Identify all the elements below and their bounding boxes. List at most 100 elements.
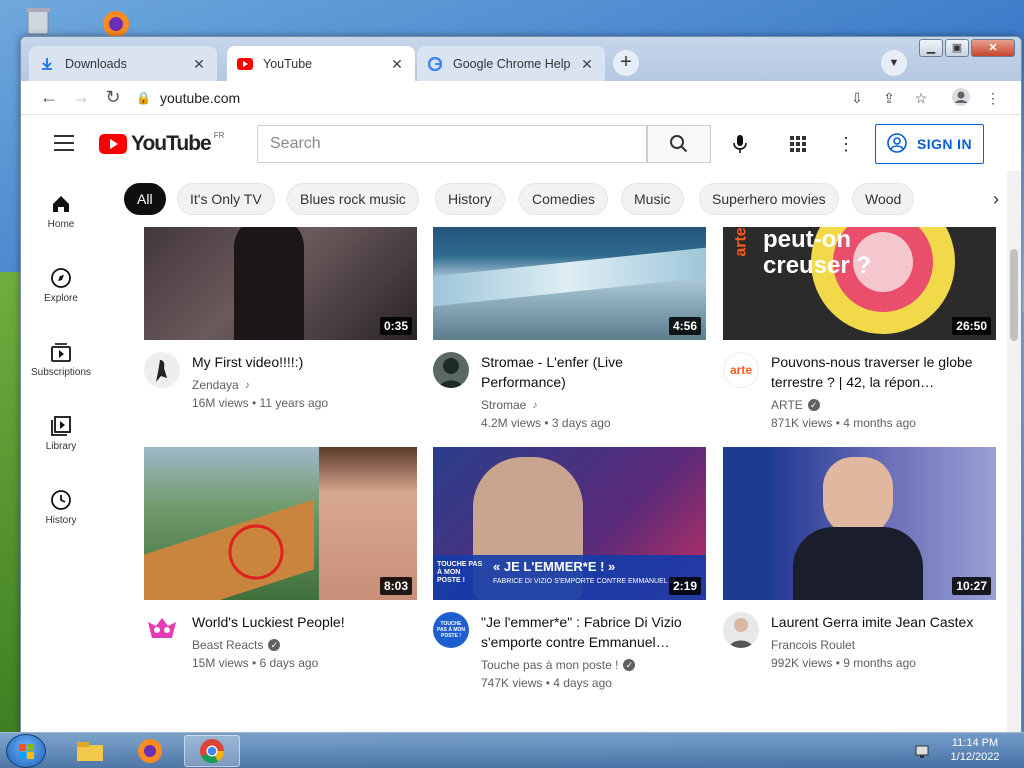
video-card[interactable]: 0:35 My First video!!!!:) Zendaya ♪ 16M v… <box>144 227 417 410</box>
chip-music[interactable]: Music <box>621 183 684 215</box>
video-title[interactable]: Pouvons-nous traverser le globe terrestr… <box>771 352 996 392</box>
guide-item-explore[interactable]: Explore <box>21 265 101 325</box>
chip-comedies[interactable]: Comedies <box>519 183 609 215</box>
video-card[interactable]: peut-on creuser ? arte 26:50 arte Pouvon… <box>723 227 996 430</box>
address-bar[interactable]: 🔒 youtube.com <box>136 84 926 112</box>
guide-label: Library <box>45 441 77 452</box>
scrollbar-thumb[interactable] <box>1010 249 1018 341</box>
guide-item-history[interactable]: History <box>21 487 101 547</box>
channel-name[interactable]: Zendaya <box>192 378 239 392</box>
back-button[interactable]: ← <box>37 86 61 110</box>
sign-in-button[interactable]: SIGN IN <box>875 124 984 164</box>
video-card[interactable]: 8:03 World's Luckiest People! Beast Reac… <box>144 447 417 670</box>
video-title[interactable]: World's Luckiest People! <box>192 612 417 632</box>
video-title[interactable]: Stromae - L'enfer (Live Performance) <box>481 352 706 392</box>
tab-youtube[interactable]: YouTube ✕ <box>227 46 415 81</box>
video-card[interactable]: 10:27 Laurent Gerra imite Jean Castex Fr… <box>723 447 996 670</box>
youtube-wordmark: YouTube <box>131 132 212 155</box>
channel-avatar[interactable]: TOUCHE PAS À MON POSTE ! <box>433 612 469 648</box>
new-tab-button[interactable]: + <box>613 50 639 76</box>
tab-chrome-help[interactable]: Google Chrome Help ✕ <box>417 46 605 81</box>
video-thumbnail[interactable]: 10:27 <box>723 447 996 600</box>
chip-superhero-movies[interactable]: Superhero movies <box>699 183 839 215</box>
video-stats: 747K views • 4 days ago <box>481 676 612 690</box>
windows-taskbar: 11:14 PM 1/12/2022 <box>0 732 1024 768</box>
more-options-icon[interactable]: ⋮ <box>835 133 857 155</box>
video-card[interactable]: 4:56 Stromae - L'enfer (Live Performance… <box>433 227 706 430</box>
search-button[interactable] <box>647 125 711 163</box>
chrome-taskbar-icon[interactable] <box>184 735 240 767</box>
guide-label: Home <box>47 219 75 230</box>
install-app-icon[interactable]: ⇩ <box>847 88 867 108</box>
close-window-button[interactable]: ✕ <box>971 39 1015 57</box>
chrome-menu-icon[interactable]: ⋮ <box>983 88 1003 108</box>
history-icon <box>21 487 101 513</box>
chip-history[interactable]: History <box>435 183 505 215</box>
channel-name[interactable]: ARTE <box>771 398 803 412</box>
video-thumbnail[interactable]: « JE L'EMMER*E ! » FABRICE DI VIZIO S'EM… <box>433 447 706 600</box>
tab-label: YouTube <box>263 56 313 71</box>
close-tab-icon[interactable]: ✕ <box>191 56 207 72</box>
video-thumbnail[interactable]: 0:35 <box>144 227 417 340</box>
maximize-button[interactable]: ▣ <box>945 39 969 57</box>
guide-item-library[interactable]: Library <box>21 413 101 473</box>
close-tab-icon[interactable]: ✕ <box>579 56 595 72</box>
channel-name[interactable]: Touche pas à mon poste ! <box>481 658 618 672</box>
video-thumbnail[interactable]: 4:56 <box>433 227 706 340</box>
chip-its-only-tv[interactable]: It's Only TV <box>177 183 275 215</box>
chip-all[interactable]: All <box>124 183 166 215</box>
reload-button[interactable]: ↻ <box>101 86 125 110</box>
region-code: FR <box>213 130 225 140</box>
channel-name[interactable]: Francois Roulet <box>771 638 855 652</box>
share-icon[interactable]: ⇪ <box>879 88 899 108</box>
chip-wood[interactable]: Wood <box>852 183 915 215</box>
channel-name[interactable]: Beast Reacts <box>192 638 263 652</box>
google-icon <box>427 56 443 72</box>
apps-grid-icon[interactable] <box>787 133 809 155</box>
video-title[interactable]: My First video!!!!:) <box>192 352 417 372</box>
search-input[interactable]: Search <box>257 125 647 163</box>
video-thumbnail[interactable]: 8:03 <box>144 447 417 600</box>
arte-avatar-text: arte <box>729 363 752 377</box>
youtube-logo[interactable]: YouTube FR <box>99 130 225 156</box>
thumbnail-banner-subtext: FABRICE DI VIZIO S'EMPORTE CONTRE EMMANU… <box>493 578 676 585</box>
page-scrollbar[interactable] <box>1007 171 1021 733</box>
firefox-taskbar-icon[interactable] <box>122 735 178 767</box>
guide-item-home[interactable]: Home <box>21 191 101 251</box>
video-title[interactable]: Laurent Gerra imite Jean Castex <box>771 612 996 632</box>
video-duration: 2:19 <box>668 577 701 595</box>
channel-avatar[interactable] <box>144 612 180 648</box>
file-explorer-taskbar-icon[interactable] <box>62 735 118 767</box>
channel-avatar[interactable] <box>723 612 759 648</box>
channel-avatar[interactable] <box>144 352 180 388</box>
video-stats: 16M views • 11 years ago <box>192 396 329 410</box>
minimize-button[interactable]: ▁ <box>919 39 943 57</box>
url-text: youtube.com <box>160 90 241 106</box>
close-tab-icon[interactable]: ✕ <box>389 56 405 72</box>
video-duration: 0:35 <box>379 317 412 335</box>
channel-name[interactable]: Stromae <box>481 398 526 412</box>
arte-logo-text: arte <box>732 227 750 257</box>
video-stats: 15M views • 6 days ago <box>192 656 319 670</box>
bookmark-star-icon[interactable]: ☆ <box>911 88 931 108</box>
tab-downloads[interactable]: Downloads ✕ <box>29 46 217 81</box>
guide-label: Explore <box>44 293 78 304</box>
home-icon <box>21 191 101 217</box>
tab-label: Downloads <box>65 56 127 71</box>
profile-icon[interactable] <box>951 88 971 108</box>
tab-search-button[interactable]: ▼ <box>881 50 907 76</box>
forward-button[interactable]: → <box>69 86 93 110</box>
network-icon[interactable] <box>905 737 941 765</box>
start-button[interactable] <box>6 734 46 768</box>
guide-item-subscriptions[interactable]: Subscriptions <box>21 339 101 399</box>
mini-guide: Home Explore Subscriptions Library Histo… <box>21 171 101 733</box>
system-clock[interactable]: 11:14 PM 1/12/2022 <box>940 736 1010 764</box>
channel-avatar[interactable] <box>433 352 469 388</box>
video-thumbnail[interactable]: peut-on creuser ? arte 26:50 <box>723 227 996 340</box>
channel-avatar[interactable]: arte <box>723 352 759 388</box>
video-card[interactable]: « JE L'EMMER*E ! » FABRICE DI VIZIO S'EM… <box>433 447 706 690</box>
video-title[interactable]: "Je l'emmer*e" : Fabrice Di Vizio s'empo… <box>481 612 706 652</box>
microphone-icon[interactable] <box>727 131 753 157</box>
hamburger-menu-icon[interactable] <box>54 135 74 151</box>
chip-blues-rock-music[interactable]: Blues rock music <box>287 183 419 215</box>
